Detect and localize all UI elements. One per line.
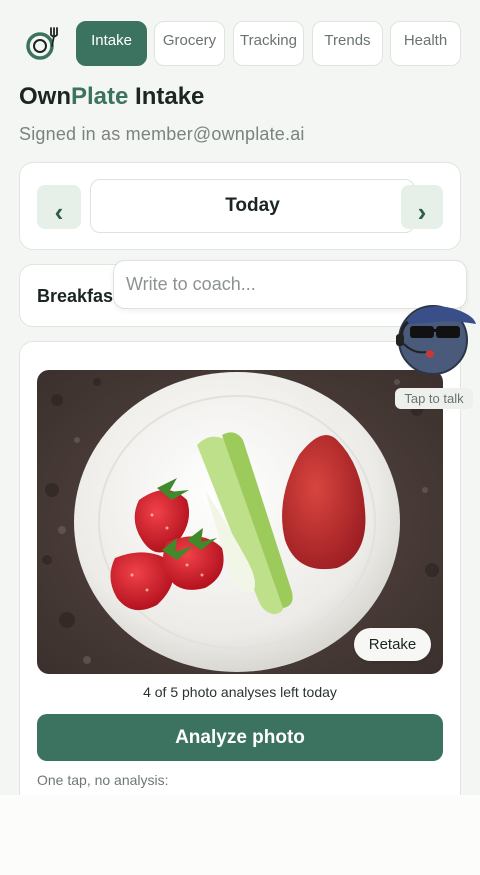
title-prefix: Own [19, 83, 71, 110]
date-selector-card: ‹ Today › [19, 162, 461, 250]
tab-grocery[interactable]: Grocery [154, 21, 225, 66]
title-suffix: Intake [128, 83, 205, 110]
signed-in-text: Signed in as member@ownplate.ai [19, 124, 305, 144]
meal-label: Breakfast [37, 286, 120, 306]
tab-trends[interactable]: Trends [312, 21, 383, 66]
analysis-quota-text: 4 of 5 photo analyses left today [143, 684, 337, 700]
tab-health[interactable]: Health [390, 21, 461, 66]
analyze-photo-button[interactable]: Analyze photo [37, 714, 443, 761]
coach-avatar-icon[interactable] [394, 296, 476, 378]
next-day-button[interactable]: › [401, 185, 443, 229]
plate-fork-icon [26, 27, 58, 60]
app-screen: Intake Grocery Tracking Trends Health Ow… [0, 0, 480, 795]
page-title: OwnPlate Intake [19, 83, 204, 111]
one-tap-label: One tap, no analysis: [37, 772, 169, 788]
tab-intake[interactable]: Intake [76, 21, 147, 66]
retake-button[interactable]: Retake [354, 628, 431, 661]
current-date-display[interactable]: Today [90, 179, 415, 233]
bottom-blank-area [0, 795, 480, 875]
tap-to-talk-label[interactable]: Tap to talk [395, 388, 473, 409]
prev-day-button[interactable]: ‹ [37, 185, 81, 229]
title-brand: Plate [71, 83, 129, 110]
tab-tracking[interactable]: Tracking [233, 21, 304, 66]
